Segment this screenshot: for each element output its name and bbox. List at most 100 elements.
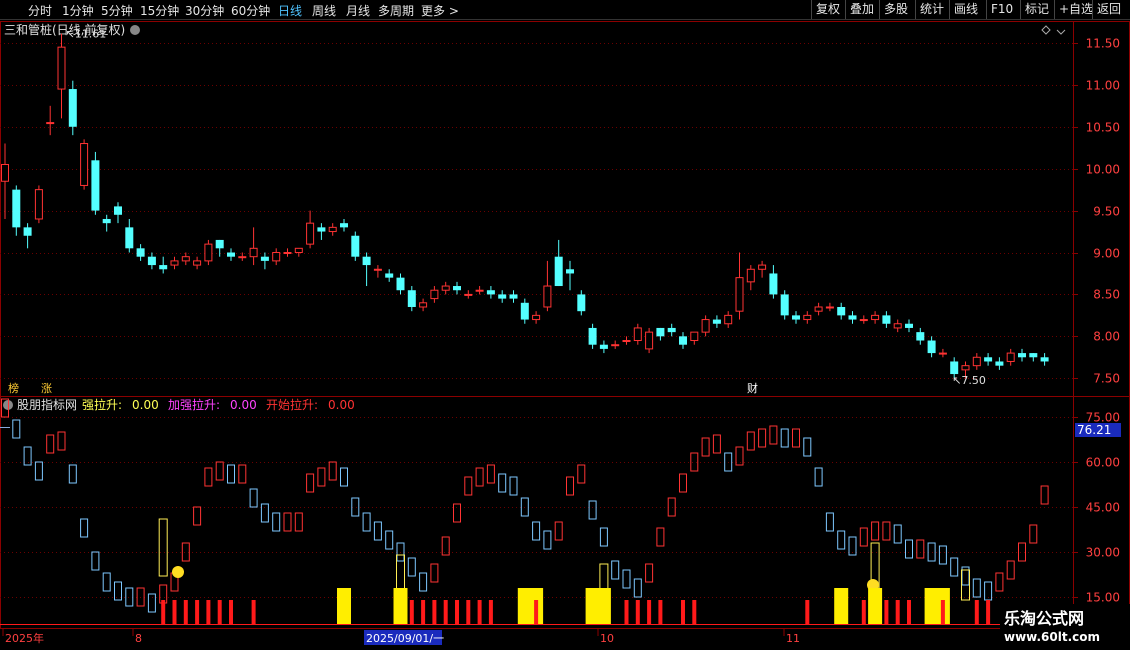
candle-body <box>193 260 202 266</box>
candle-body <box>317 227 326 232</box>
candle-body <box>905 323 913 328</box>
signal-yellow-bar <box>868 588 883 624</box>
indicator-bar <box>147 593 156 613</box>
candle-body <box>12 189 21 228</box>
indicator-bar <box>215 461 224 481</box>
candle-body <box>769 273 778 295</box>
indicator-bar <box>566 476 574 496</box>
indicator-bar <box>656 527 665 547</box>
indicator-bar <box>407 557 416 577</box>
indicator-bar <box>125 587 134 607</box>
event-marker-1: 涨 <box>41 382 52 395</box>
chevron-down-icon[interactable] <box>1056 29 1066 35</box>
candle-body <box>486 290 495 295</box>
stock-chart[interactable]: 11.50 11.00 10.50 10.00 9.50 9.00 8.50 8.00 7.50… <box>0 0 1130 650</box>
signal-red-bar <box>172 600 177 624</box>
indicator-bar <box>803 437 812 457</box>
candle-body <box>227 252 235 257</box>
indicator-bar <box>486 464 495 484</box>
indicator-bar <box>272 512 281 532</box>
indicator-item-value: 0.00 <box>132 398 159 412</box>
title-dropdown-icon[interactable] <box>130 25 140 35</box>
candle-body <box>938 352 947 355</box>
indicator-bar <box>611 560 620 580</box>
candle-body <box>159 265 168 270</box>
indicator-bar <box>746 431 755 451</box>
candle-body <box>351 235 360 257</box>
candle-body <box>272 252 281 262</box>
price-tick-label: 10.00 <box>1086 163 1120 177</box>
candle-body <box>780 294 789 316</box>
price-tick-label: 7.50 <box>1093 372 1120 386</box>
indicator-bar <box>792 428 800 448</box>
indicator-bar <box>667 497 676 517</box>
signal-red-bar <box>161 600 166 624</box>
signal-red-bar <box>421 600 426 624</box>
indicator-bar <box>102 572 111 592</box>
candle-body <box>893 323 902 329</box>
candle-body <box>80 143 89 186</box>
date-label: 8 <box>135 632 142 645</box>
candle-body <box>475 289 484 292</box>
indicator-bar <box>950 557 959 577</box>
candle-body <box>509 294 518 299</box>
indicator-item-value: 0.00 <box>230 398 257 412</box>
candle-body <box>1029 353 1038 358</box>
candle-body <box>91 160 100 211</box>
indicator-bar <box>68 464 77 484</box>
high-price-label: ↖11.61 <box>66 28 107 41</box>
indicator-bar <box>1029 524 1038 544</box>
candle-body <box>114 206 122 215</box>
candle-body <box>950 361 959 375</box>
candle-body <box>23 227 32 236</box>
date-label-selected: 2025/09/01/一 <box>366 632 444 645</box>
indicator-bar <box>679 473 687 493</box>
indicator-tick-label: 60.00 <box>1086 456 1120 470</box>
candle-body <box>679 336 687 345</box>
candle-body <box>871 314 880 321</box>
watermark: 乐淘公式网 www.60lt.com <box>1000 604 1130 650</box>
candle-body <box>984 357 993 362</box>
indicator-bar <box>735 446 744 466</box>
indicator-bar <box>419 572 428 592</box>
indicator-bar <box>204 467 213 487</box>
indicator-item-value: 0.00 <box>328 398 355 412</box>
candle-body <box>260 256 269 261</box>
indicator-bar <box>633 578 642 598</box>
indicator-bar <box>260 503 269 523</box>
candle-body <box>814 306 823 312</box>
candle-body <box>554 256 563 287</box>
diamond-icon[interactable] <box>1041 25 1051 35</box>
signal-red-bar <box>251 600 256 624</box>
candle-body <box>622 340 631 343</box>
candle-body <box>972 356 981 367</box>
indicator-bar <box>893 524 902 544</box>
signal-red-bar <box>861 600 866 624</box>
indicator-bar <box>294 512 303 532</box>
signal-red-bar <box>206 600 211 624</box>
indicator-bar <box>825 512 834 532</box>
candle-body <box>407 290 416 307</box>
signal-red-bar <box>195 600 200 624</box>
indicator-bar <box>340 467 348 487</box>
candle-body <box>577 294 586 312</box>
indicator-bar <box>430 563 439 583</box>
indicator-bar <box>12 419 21 439</box>
indicator-item-label: 开始拉升: <box>266 397 318 412</box>
candle-body <box>690 331 699 342</box>
indicator-bar <box>373 521 382 541</box>
indicator-bar <box>701 437 710 457</box>
candle-body <box>645 331 654 350</box>
signal-red-bar <box>443 600 448 624</box>
indicator-bar <box>249 488 258 508</box>
indicator-item-label: 强拉升: <box>82 397 122 412</box>
indicator-bar <box>453 503 461 523</box>
current-value-label: 76.21 <box>1077 423 1111 437</box>
candle-body <box>633 327 642 342</box>
signal-red-bar <box>624 600 629 624</box>
indicator-bar <box>362 512 371 532</box>
indicator-bar <box>475 467 484 487</box>
candle-body <box>520 302 529 320</box>
candle-body <box>441 285 450 291</box>
candle-body <box>453 286 461 291</box>
